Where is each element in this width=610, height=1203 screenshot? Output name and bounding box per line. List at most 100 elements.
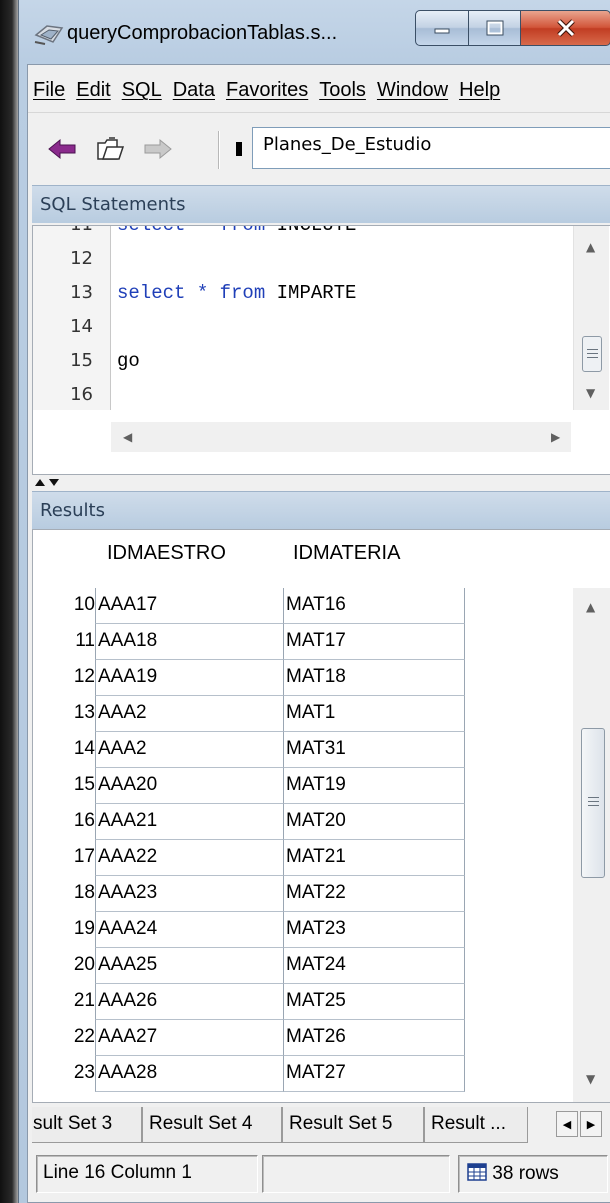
table-row[interactable]: 15 AAA20 MAT19 (33, 768, 573, 804)
database-selector[interactable]: Planes_De_Estudio (252, 127, 610, 169)
code-line: 12 (33, 244, 573, 278)
cell-idmaestro[interactable]: AAA26 (95, 984, 283, 1020)
tab-result-set-3[interactable]: sult Set 3 (32, 1107, 142, 1143)
menu-sql[interactable]: SQL (117, 79, 168, 102)
results-panel-header: Results (32, 491, 610, 529)
cell-idmateria[interactable]: MAT24 (283, 948, 465, 984)
table-row[interactable]: 23 AAA28 MAT27 (33, 1056, 573, 1092)
cell-idmateria[interactable]: MAT31 (283, 732, 465, 768)
cell-idmateria[interactable]: MAT23 (283, 912, 465, 948)
scroll-down-icon[interactable]: ▼ (586, 386, 595, 400)
status-bar: Line 16 Column 1 38 rows (32, 1147, 610, 1199)
table-row[interactable]: 12 AAA19 MAT18 (33, 660, 573, 696)
cell-idmaestro[interactable]: AAA19 (95, 660, 283, 696)
scroll-up-icon[interactable]: ▲ (586, 240, 595, 254)
cell-idmaestro[interactable]: AAA25 (95, 948, 283, 984)
column-header-idmaestro[interactable]: IDMAESTRO (107, 542, 226, 565)
table-row[interactable]: 18 AAA23 MAT22 (33, 876, 573, 912)
table-row[interactable]: 13 AAA2 MAT1 (33, 696, 573, 732)
cell-idmaestro[interactable]: AAA23 (95, 876, 283, 912)
cell-idmateria[interactable]: MAT26 (283, 1020, 465, 1056)
tab-scroll-left-button[interactable]: ◀ (556, 1111, 578, 1137)
scroll-left-icon[interactable]: ◀ (123, 430, 132, 444)
open-button[interactable] (90, 129, 130, 169)
toolbar: Planes_De_Estudio (28, 115, 610, 183)
table-row[interactable]: 19 AAA24 MAT23 (33, 912, 573, 948)
panel-splitter[interactable] (32, 475, 610, 489)
maximize-button[interactable] (469, 10, 521, 46)
back-button[interactable] (42, 129, 82, 169)
database-marker-icon (236, 142, 242, 156)
tab-scroll-right-button[interactable]: ▶ (580, 1111, 602, 1137)
cell-idmateria[interactable]: MAT21 (283, 840, 465, 876)
results-grid[interactable]: IDMAESTRO IDMATERIA 10 AAA17 MAT16 11 AAA18… (32, 529, 610, 1103)
cell-idmaestro[interactable]: AAA24 (95, 912, 283, 948)
cell-idmaestro[interactable]: AAA2 (95, 732, 283, 768)
code-line: 13 select * from IMPARTE (33, 278, 573, 312)
row-number: 18 (73, 882, 95, 903)
sql-editor[interactable]: 11 select * from INCLUYE 12 13 select * … (32, 225, 610, 475)
results-vertical-scrollbar[interactable]: ▲ ▼ (573, 588, 610, 1102)
row-number: 15 (73, 774, 95, 795)
menu-edit[interactable]: Edit (71, 79, 116, 102)
row-number: 10 (73, 594, 95, 615)
minimize-button[interactable] (415, 10, 469, 46)
cell-idmateria[interactable]: MAT1 (283, 696, 465, 732)
column-header-idmateria[interactable]: IDMATERIA (293, 542, 400, 565)
editor-scroll-thumb[interactable] (582, 336, 602, 372)
line-number: 11 (33, 226, 93, 235)
table-row[interactable]: 10 AAA17 MAT16 (33, 588, 573, 624)
status-line-column: Line 16 Column 1 (36, 1155, 258, 1193)
row-number: 23 (73, 1062, 95, 1083)
cell-idmateria[interactable]: MAT22 (283, 876, 465, 912)
cell-idmaestro[interactable]: AAA21 (95, 804, 283, 840)
line-number: 16 (70, 384, 93, 405)
result-set-tabs: sult Set 3 Result Set 4 Result Set 5 Res… (32, 1105, 610, 1145)
row-number: 14 (73, 738, 95, 759)
editor-horizontal-scrollbar[interactable]: ◀ ▶ (111, 422, 571, 452)
cell-idmateria[interactable]: MAT27 (283, 1056, 465, 1092)
cell-idmateria[interactable]: MAT20 (283, 804, 465, 840)
scroll-down-icon[interactable]: ▼ (586, 1072, 595, 1086)
menu-file[interactable]: File (28, 79, 71, 102)
table-row[interactable]: 14 AAA2 MAT31 (33, 732, 573, 768)
cell-idmaestro[interactable]: AAA17 (95, 588, 283, 624)
chevron-right-icon: ▶ (586, 1117, 596, 1131)
row-number: 21 (73, 990, 95, 1011)
cell-idmateria[interactable]: MAT19 (283, 768, 465, 804)
tab-result-more[interactable]: Result ... (424, 1107, 528, 1143)
cell-idmateria[interactable]: MAT16 (283, 588, 465, 624)
tab-result-set-5[interactable]: Result Set 5 (282, 1107, 424, 1143)
menu-favorites[interactable]: Favorites (221, 79, 314, 102)
row-number: 12 (73, 666, 95, 687)
menu-data[interactable]: Data (168, 79, 221, 102)
tab-result-set-4[interactable]: Result Set 4 (142, 1107, 282, 1143)
table-row[interactable]: 17 AAA22 MAT21 (33, 840, 573, 876)
row-count: 38 rows (492, 1163, 559, 1184)
cell-idmaestro[interactable]: AAA20 (95, 768, 283, 804)
title-bar[interactable]: queryComprobacionTablas.s... (19, 0, 610, 64)
table-row[interactable]: 20 AAA25 MAT24 (33, 948, 573, 984)
table-row[interactable]: 11 AAA18 MAT17 (33, 624, 573, 660)
results-scroll-thumb[interactable] (581, 728, 605, 878)
scroll-up-icon[interactable]: ▲ (586, 600, 595, 614)
menu-help[interactable]: Help (454, 79, 506, 102)
cell-idmateria[interactable]: MAT25 (283, 984, 465, 1020)
forward-button[interactable] (138, 129, 178, 169)
cell-idmaestro[interactable]: AAA28 (95, 1056, 283, 1092)
close-button[interactable] (521, 10, 610, 46)
table-row[interactable]: 16 AAA21 MAT20 (33, 804, 573, 840)
table-row[interactable]: 21 AAA26 MAT25 (33, 984, 573, 1020)
cell-idmaestro[interactable]: AAA18 (95, 624, 283, 660)
editor-vertical-scrollbar[interactable]: ▲ ▼ (573, 226, 609, 410)
table-row[interactable]: 22 AAA27 MAT26 (33, 1020, 573, 1056)
cell-idmaestro[interactable]: AAA22 (95, 840, 283, 876)
menu-window[interactable]: Window (372, 79, 454, 102)
scroll-right-icon[interactable]: ▶ (551, 430, 560, 444)
cell-idmateria[interactable]: MAT17 (283, 624, 465, 660)
cell-idmaestro[interactable]: AAA2 (95, 696, 283, 732)
code-line: 15 go (33, 346, 573, 380)
menu-tools[interactable]: Tools (314, 79, 372, 102)
cell-idmaestro[interactable]: AAA27 (95, 1020, 283, 1056)
cell-idmateria[interactable]: MAT18 (283, 660, 465, 696)
